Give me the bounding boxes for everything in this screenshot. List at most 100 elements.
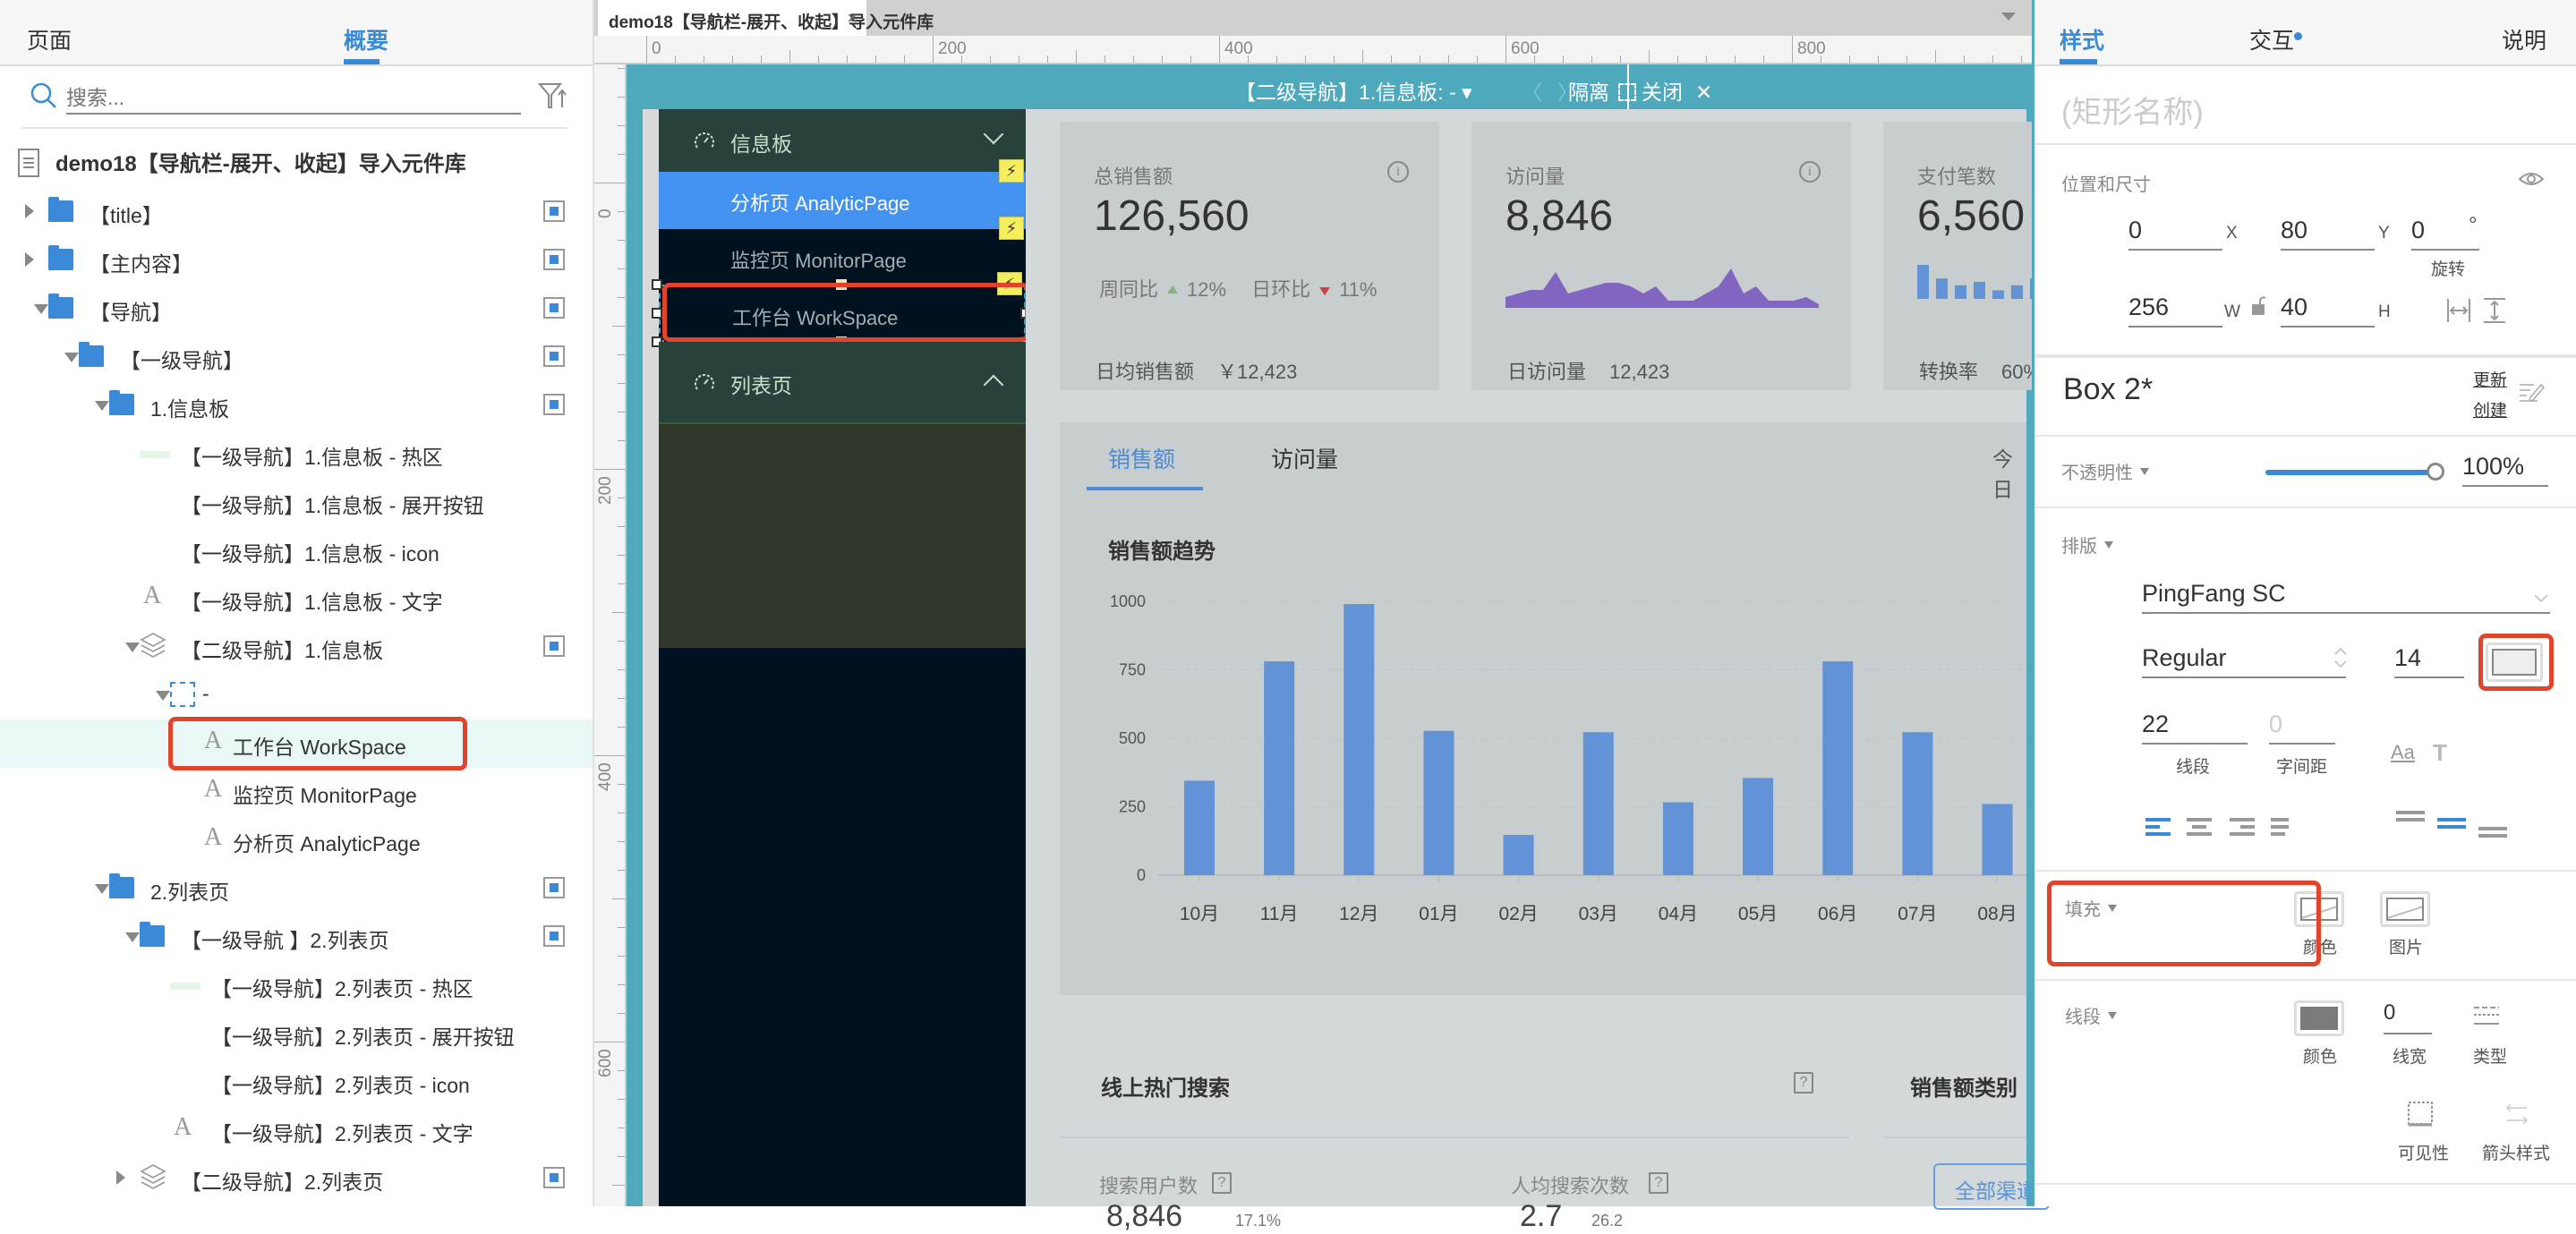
horizontal-align-icons[interactable] bbox=[2145, 816, 2289, 839]
tree-item[interactable]: - bbox=[0, 671, 593, 719]
interaction-bolt-icon[interactable]: ⚡ bbox=[999, 159, 1024, 183]
filter-icon[interactable] bbox=[537, 81, 567, 111]
visibility-toggle-icon[interactable] bbox=[543, 877, 565, 898]
border-label[interactable]: 线段 bbox=[2065, 1002, 2117, 1028]
panel-state-selector[interactable]: 【二级导航】1.信息板: - ▾ bbox=[1235, 75, 1472, 106]
height-input[interactable]: 40 bbox=[2281, 292, 2375, 328]
border-color-swatch[interactable] bbox=[2294, 1000, 2344, 1036]
stepper-icon[interactable] bbox=[2333, 646, 2348, 669]
tree-item[interactable]: 【一级导航】2.列表页 - 展开按钮 bbox=[0, 1009, 593, 1058]
visibility-toggle-icon[interactable] bbox=[543, 345, 565, 367]
tree-item[interactable]: A 【一级导航】1.信息板 - 文字 bbox=[0, 574, 593, 623]
resize-handle[interactable] bbox=[652, 279, 662, 290]
expand-arrow-right-icon[interactable] bbox=[25, 204, 34, 218]
tree-item[interactable]: 【一级导航】1.信息板 - 展开按钮 bbox=[0, 478, 593, 526]
chevron-down-icon[interactable] bbox=[2001, 13, 2016, 21]
shape-name-input[interactable]: (矩形名称) bbox=[2061, 88, 2204, 132]
tree-item[interactable]: 2.列表页 bbox=[0, 864, 593, 913]
chevron-down-icon[interactable] bbox=[983, 123, 1004, 145]
opacity-label[interactable]: 不透明性 bbox=[2061, 458, 2149, 484]
border-type-icon[interactable] bbox=[2473, 1006, 2500, 1027]
tree-item[interactable]: 【一级导航】 bbox=[0, 333, 593, 381]
resize-handle[interactable] bbox=[652, 308, 662, 319]
letter-spacing-input[interactable]: 0 bbox=[2269, 709, 2335, 745]
tree-item[interactable]: 【一级导航 】2.列表页 bbox=[0, 913, 593, 961]
visibility-toggle-icon[interactable] bbox=[543, 925, 565, 947]
y-input[interactable]: 80 bbox=[2281, 215, 2375, 251]
tab-pages[interactable]: 页面 bbox=[27, 23, 72, 55]
create-style-link[interactable]: 创建 bbox=[2473, 397, 2507, 421]
text-case-icon[interactable]: Aa bbox=[2391, 741, 2415, 764]
visibility-toggle-icon[interactable] bbox=[543, 394, 565, 415]
tab-sales[interactable]: 销售额 bbox=[1108, 442, 1175, 474]
edit-style-icon[interactable] bbox=[2518, 379, 2545, 404]
tab-interactions[interactable]: 交互 bbox=[2249, 23, 2294, 55]
tree-item[interactable]: 【一级导航】2.列表页 - icon bbox=[0, 1058, 593, 1106]
opacity-input[interactable]: 100% bbox=[2462, 451, 2548, 487]
expand-arrow-down-icon[interactable] bbox=[95, 884, 109, 894]
font-weight-select[interactable]: Regular bbox=[2142, 643, 2346, 678]
line-height-input[interactable]: 22 bbox=[2142, 709, 2248, 745]
visibility-toggle-icon[interactable] bbox=[543, 297, 565, 319]
tab-notes[interactable]: 说明 bbox=[2502, 23, 2546, 55]
tree-item[interactable]: 【二级导航】2.列表页 bbox=[0, 1154, 593, 1203]
arrow-style-icon[interactable] bbox=[2505, 1102, 2529, 1126]
expand-arrow-right-icon[interactable] bbox=[25, 252, 34, 267]
tree-item[interactable]: 【一级导航】2.列表页 - 热区 bbox=[0, 961, 593, 1009]
help-icon[interactable]: ? bbox=[1794, 1072, 1813, 1094]
expand-arrow-down-icon[interactable] bbox=[64, 353, 79, 362]
help-icon[interactable]: ? bbox=[1649, 1172, 1668, 1194]
help-icon[interactable]: ? bbox=[1212, 1172, 1232, 1194]
search-input[interactable] bbox=[66, 82, 521, 115]
vertical-ruler[interactable]: 0 200 400 600 bbox=[594, 64, 627, 1206]
tree-item[interactable]: A 监控页 MonitorPage bbox=[0, 768, 593, 816]
visibility-toggle-icon[interactable] bbox=[543, 249, 565, 270]
tree-item[interactable]: 1.信息板 bbox=[0, 381, 593, 430]
expand-arrow-right-icon[interactable] bbox=[116, 1170, 125, 1185]
update-style-link[interactable]: 更新 bbox=[2473, 367, 2507, 391]
prev-state-icon[interactable]: 〈 bbox=[1522, 75, 1542, 106]
nav-group-list[interactable]: 列表页 bbox=[659, 342, 1026, 422]
fit-width-icon[interactable] bbox=[2446, 297, 2471, 324]
x-input[interactable]: 0 bbox=[2128, 215, 2222, 251]
text-shadow-icon[interactable]: T bbox=[2433, 739, 2447, 767]
font-family-select[interactable]: PingFang SC bbox=[2142, 578, 2550, 614]
expand-arrow-down-icon[interactable] bbox=[156, 691, 170, 701]
opacity-slider-handle[interactable] bbox=[2427, 463, 2444, 481]
typography-label[interactable]: 排版 bbox=[2061, 532, 2113, 557]
interaction-bolt-icon[interactable]: ⚡ bbox=[999, 217, 1024, 240]
expand-arrow-down-icon[interactable] bbox=[125, 643, 140, 652]
width-input[interactable]: 256 bbox=[2128, 292, 2222, 328]
close-panel-button[interactable]: 关闭 ✕ bbox=[1642, 75, 1712, 106]
expand-arrow-down-icon[interactable] bbox=[95, 401, 109, 411]
close-icon[interactable]: × bbox=[847, 9, 857, 30]
expand-arrow-down-icon[interactable] bbox=[125, 932, 140, 942]
nav-item-analytic[interactable]: 分析页 AnalyticPage ⚡ bbox=[659, 159, 1026, 229]
tab-visits[interactable]: 访问量 bbox=[1271, 442, 1338, 474]
tree-item[interactable]: 【二级导航】1.信息板 bbox=[0, 623, 593, 671]
fill-image-swatch[interactable] bbox=[2380, 891, 2430, 927]
font-size-input[interactable]: 14 bbox=[2394, 643, 2464, 678]
tree-item[interactable]: 【导航】 bbox=[0, 285, 593, 333]
nav-group-dashboard[interactable]: 信息板 bbox=[659, 109, 1026, 172]
tree-item[interactable]: 【一级导航】1.信息板 - icon bbox=[0, 526, 593, 574]
visibility-toggle-icon[interactable] bbox=[543, 1167, 565, 1188]
fit-height-icon[interactable] bbox=[2482, 297, 2507, 324]
tab-outline[interactable]: 概要 bbox=[344, 23, 388, 55]
chevron-up-icon[interactable] bbox=[983, 374, 1004, 396]
visibility-toggle-icon[interactable] bbox=[543, 635, 565, 657]
horizontal-ruler[interactable]: 0 200 400 600 800 bbox=[594, 36, 2032, 64]
eye-icon[interactable] bbox=[2518, 170, 2545, 188]
info-icon[interactable]: i bbox=[1799, 161, 1821, 183]
lock-open-icon[interactable] bbox=[2251, 295, 2265, 317]
style-name[interactable]: Box 2* bbox=[2063, 372, 2153, 407]
isolate-button[interactable]: 隔离 bbox=[1568, 75, 1636, 106]
opacity-slider-track[interactable] bbox=[2265, 470, 2435, 475]
info-icon[interactable]: i bbox=[1387, 161, 1409, 183]
today-filter[interactable]: 今日 bbox=[1992, 442, 2026, 503]
visibility-toggle-icon[interactable] bbox=[543, 200, 565, 222]
tree-item[interactable]: 【主内容】 bbox=[0, 236, 593, 285]
vertical-align-icons[interactable] bbox=[2396, 809, 2512, 839]
expand-arrow-down-icon[interactable] bbox=[34, 304, 48, 314]
border-width-input[interactable]: 0 bbox=[2384, 999, 2432, 1034]
